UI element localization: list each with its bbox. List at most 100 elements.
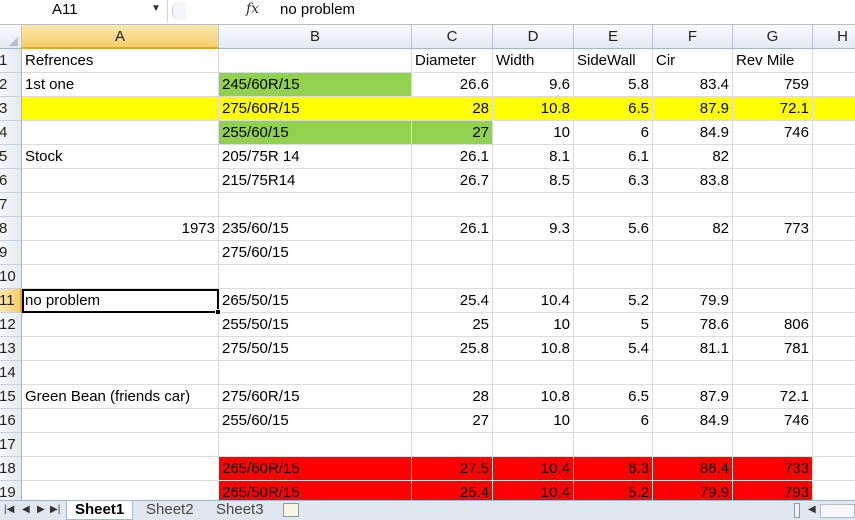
cell-f12[interactable]: 78.6 [653,313,733,337]
cell-a3[interactable] [22,97,219,121]
sheet-tab-sheet1[interactable]: Sheet1 [66,501,134,520]
cell-d7[interactable] [493,193,574,217]
cell-c10[interactable] [412,265,493,289]
cell-h6[interactable] [813,169,855,193]
cell-f13[interactable]: 81.1 [653,337,733,361]
cell-e17[interactable] [574,433,653,457]
cell-e4[interactable]: 6 [574,121,653,145]
cell-b19[interactable]: 265/50R/15 [219,481,412,500]
cell-a7[interactable] [22,193,219,217]
cell-a5[interactable]: Stock [22,145,219,169]
cell-c14[interactable] [412,361,493,385]
cell-h4[interactable] [813,121,855,145]
cell-g16[interactable]: 746 [733,409,813,433]
cell-b14[interactable] [219,361,412,385]
horizontal-scrollbar[interactable]: ◀ [790,503,855,519]
cell-e10[interactable] [574,265,653,289]
cell-d12[interactable]: 10 [493,313,574,337]
cell-d16[interactable]: 10 [493,409,574,433]
cell-h2[interactable] [813,73,855,97]
cell-c13[interactable]: 25.8 [412,337,493,361]
cell-h10[interactable] [813,265,855,289]
cell-a6[interactable] [22,169,219,193]
name-box[interactable]: A11 ▼ [0,0,168,22]
cell-b17[interactable] [219,433,412,457]
row-header-15[interactable]: 15 [0,385,22,409]
cell-f10[interactable] [653,265,733,289]
cell-c1[interactable]: Diameter [412,49,493,73]
cell-g13[interactable]: 781 [733,337,813,361]
cell-a2[interactable]: 1st one [22,73,219,97]
worksheet-grid[interactable]: Refrences Diameter Width SideWall Cir Rev Mil… [22,49,855,500]
column-header-e[interactable]: E [574,25,653,49]
cell-f6[interactable]: 83.8 [653,169,733,193]
cell-e9[interactable] [574,241,653,265]
cell-g3[interactable]: 72.1 [733,97,813,121]
row-header-18[interactable]: 18 [0,457,22,481]
cell-f3[interactable]: 87.9 [653,97,733,121]
cell-f8[interactable]: 82 [653,217,733,241]
cell-f17[interactable] [653,433,733,457]
scroll-left-icon[interactable]: ◀ [808,504,816,515]
cell-c4[interactable]: 27 [412,121,493,145]
cell-g15[interactable]: 72.1 [733,385,813,409]
cell-d8[interactable]: 9.3 [493,217,574,241]
row-header-9[interactable]: 9 [0,241,22,265]
cell-c7[interactable] [412,193,493,217]
cell-e6[interactable]: 6.3 [574,169,653,193]
cell-f5[interactable]: 82 [653,145,733,169]
cell-h5[interactable] [813,145,855,169]
cell-h7[interactable] [813,193,855,217]
cell-e18[interactable]: 6.3 [574,457,653,481]
row-header-12[interactable]: 12 [0,313,22,337]
cell-f1[interactable]: Cir [653,49,733,73]
cell-c11[interactable]: 25.4 [412,289,493,313]
cell-a9[interactable] [22,241,219,265]
cell-f4[interactable]: 84.9 [653,121,733,145]
cell-g5[interactable] [733,145,813,169]
cell-g9[interactable] [733,241,813,265]
cell-d5[interactable]: 8.1 [493,145,574,169]
insert-sheet-icon[interactable] [283,503,299,517]
cell-b10[interactable] [219,265,412,289]
row-header-17[interactable]: 17 [0,433,22,457]
cell-c3[interactable]: 28 [412,97,493,121]
cell-a13[interactable] [22,337,219,361]
cell-g8[interactable]: 773 [733,217,813,241]
row-header-11[interactable]: 11 [0,289,22,313]
cell-h3[interactable] [813,97,855,121]
cell-g1[interactable]: Rev Mile [733,49,813,73]
cell-d14[interactable] [493,361,574,385]
cell-e19[interactable]: 5.2 [574,481,653,500]
cell-e7[interactable] [574,193,653,217]
cell-d13[interactable]: 10.8 [493,337,574,361]
cell-f15[interactable]: 87.9 [653,385,733,409]
cell-a10[interactable] [22,265,219,289]
cell-g18[interactable]: 733 [733,457,813,481]
cell-b8[interactable]: 235/60/15 [219,217,412,241]
cell-b1[interactable] [219,49,412,73]
cell-a4[interactable] [22,121,219,145]
sheet-tab-sheet3[interactable]: Sheet3 [208,501,272,520]
insert-function-icon[interactable]: fx [246,1,259,17]
chevron-down-icon[interactable]: ▼ [151,3,161,14]
cell-b9[interactable]: 275/60/15 [219,241,412,265]
cell-f19[interactable]: 79.9 [653,481,733,500]
row-header-2[interactable]: 2 [0,73,22,97]
column-header-f[interactable]: F [653,25,733,49]
column-header-b[interactable]: B [219,25,412,49]
cell-h13[interactable] [813,337,855,361]
cell-g2[interactable]: 759 [733,73,813,97]
cell-b7[interactable] [219,193,412,217]
cell-f11[interactable]: 79.9 [653,289,733,313]
cell-c19[interactable]: 25.4 [412,481,493,500]
cell-b5[interactable]: 205/75R 14 [219,145,412,169]
row-header-16[interactable]: 16 [0,409,22,433]
row-header-10[interactable]: 10 [0,265,22,289]
cell-d17[interactable] [493,433,574,457]
cell-c16[interactable]: 27 [412,409,493,433]
row-header-1[interactable]: 1 [0,49,22,73]
cell-b2[interactable]: 245/60R/15 [219,73,412,97]
cell-c12[interactable]: 25 [412,313,493,337]
cell-e15[interactable]: 6.5 [574,385,653,409]
